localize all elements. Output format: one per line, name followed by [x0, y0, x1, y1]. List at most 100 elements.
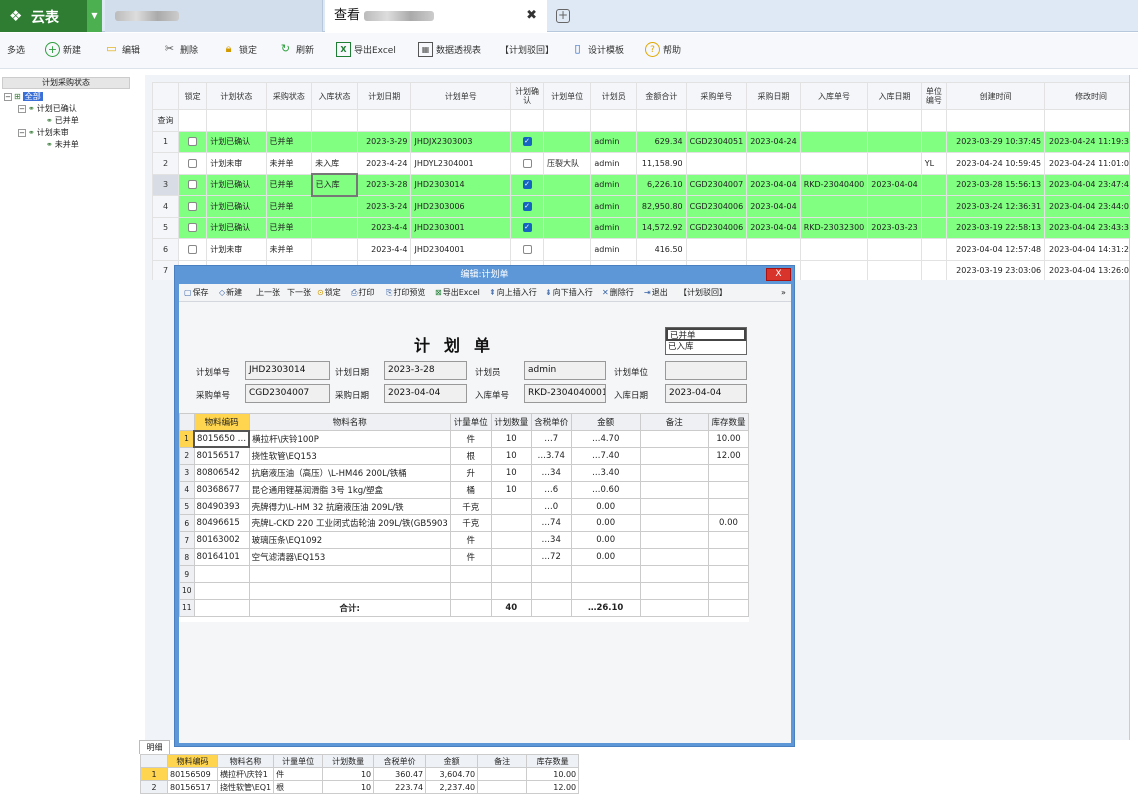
plan-detail-row[interactable]: 8 80164101 空气滤清器\EQ153 件 …72 0.00	[179, 548, 750, 567]
detail-cell-stock[interactable]: 10.00	[526, 767, 580, 781]
help-button[interactable]: ? 帮助	[645, 33, 681, 69]
cell-created[interactable]: 2023-04-24 10:59:45	[946, 152, 1046, 175]
cell-unit-no[interactable]	[920, 238, 948, 261]
table-row[interactable]: 1 计划已确认 已并单 2023-3-29 JHDJX2303003 ✓ admin 629.…	[152, 130, 1138, 153]
cell-in-status[interactable]	[311, 216, 358, 239]
plan-unit-field[interactable]	[665, 361, 747, 380]
plan-detail-cell-stock[interactable]	[707, 480, 750, 499]
plan-detail-column-header[interactable]: 库存数量	[707, 413, 750, 431]
pivot-button[interactable]: ▦ 数据透视表	[418, 33, 481, 69]
plan-detail-cell-unit[interactable]: 件	[449, 430, 492, 448]
dialog-plan-return-button[interactable]: 【计划驳回】	[679, 284, 727, 302]
plan-detail-cell-amount[interactable]: 0.00	[570, 548, 641, 567]
tree-node-unreviewed[interactable]: − ⚭ 计划未审	[18, 127, 69, 138]
delete-row-button[interactable]: ✕删除行	[602, 284, 634, 302]
export-excel-button[interactable]: X 导出Excel	[336, 33, 396, 69]
lock-checkbox-cell[interactable]	[178, 195, 208, 218]
lock-record-button[interactable]: ⊙锁定	[317, 284, 341, 302]
status-option-instock[interactable]: 已入库	[666, 341, 746, 354]
plan-detail-cell-price[interactable]: …34	[530, 531, 572, 550]
plan-detail-cell-name[interactable]: 挠性软管\EQ153	[248, 446, 451, 465]
plan-detail-cell-name[interactable]	[248, 565, 451, 584]
cell-in-date[interactable]: 2023-03-23	[867, 216, 922, 239]
cell-plan-date[interactable]: 2023-3-29	[356, 130, 412, 153]
tab-view[interactable]: 查看 ✖	[325, 0, 547, 32]
plan-detail-cell-unit[interactable]: 件	[449, 531, 492, 550]
save-button[interactable]: ▢保存	[184, 284, 209, 302]
column-header[interactable]: 入库单号	[799, 82, 869, 110]
column-header[interactable]: 计划状态	[206, 82, 267, 110]
detail-cell-code[interactable]: 80156517	[167, 780, 218, 794]
cell-modified[interactable]: 2023-04-04 23:47:42	[1044, 173, 1138, 196]
detail-cell-qty[interactable]: 10	[322, 780, 375, 794]
plan-detail-cell-code[interactable]	[193, 565, 250, 584]
plan-detail-cell-code[interactable]	[193, 582, 250, 600]
plan-detail-cell-qty[interactable]: 10	[490, 430, 532, 448]
cell-in-date[interactable]	[867, 152, 922, 175]
plan-detail-cell-name[interactable]: 抗磨液压油（高压）\L-HM46 200L/铁桶	[248, 463, 451, 482]
plan-detail-cell-unit[interactable]	[449, 565, 492, 584]
cell-in-no[interactable]: RKD-23032300	[799, 216, 869, 239]
plan-detail-cell-amount[interactable]: 0.00	[570, 514, 641, 533]
cell-unit-no[interactable]	[920, 195, 948, 218]
cell-plan-unit[interactable]	[542, 238, 592, 261]
column-header[interactable]: 采购状态	[265, 82, 313, 110]
plan-no-field[interactable]: JHD2303014	[245, 361, 330, 380]
cell-in-no[interactable]: RKD-23040400	[799, 173, 869, 196]
plan-detail-cell-code[interactable]: 80163002	[193, 531, 250, 550]
detail-cell-price[interactable]: 223.74	[373, 780, 427, 794]
cell-in-date[interactable]	[867, 238, 922, 261]
filter-cell[interactable]	[510, 109, 544, 132]
cell-total[interactable]: 11,158.90	[636, 152, 687, 175]
plan-return-button[interactable]: 【计划驳回】	[500, 33, 554, 69]
detail-cell-name[interactable]: 挠性软管\EQ1	[216, 780, 275, 794]
plan-detail-cell-amount[interactable]	[570, 582, 641, 600]
filter-cell[interactable]	[920, 109, 948, 132]
cell-po-no[interactable]	[685, 238, 748, 261]
detail-column-header[interactable]: 库存数量	[526, 754, 580, 768]
table-row[interactable]: 3 计划已确认 已并单 已入库 2023-3-28 JHD2303014 ✓ admin 6,2…	[152, 173, 1138, 197]
cell-plan-status[interactable]: 计划已确认	[206, 130, 267, 153]
lock-checkbox[interactable]	[188, 201, 198, 211]
column-header[interactable]: 单位编号	[920, 82, 948, 110]
filter-cell[interactable]	[311, 109, 358, 132]
plan-detail-cell-qty[interactable]	[490, 497, 532, 516]
tab-detail[interactable]: 明细	[139, 740, 170, 754]
cell-plan-status[interactable]: 计划未审	[206, 238, 267, 261]
cell-total[interactable]: 629.34	[636, 130, 687, 153]
confirm-checkbox-cell[interactable]	[510, 152, 544, 175]
cell-purchase-status[interactable]: 已并单	[265, 130, 313, 153]
cell-created[interactable]: 2023-03-28 15:56:13	[946, 173, 1046, 196]
tree-node-confirmed[interactable]: − ⚭ 计划已确认	[18, 103, 77, 114]
print-preview-button[interactable]: ⎘打印预览	[386, 284, 425, 302]
cell-po-date[interactable]: 2023-04-24	[746, 130, 801, 153]
cell-purchase-status[interactable]: 已并单	[265, 195, 313, 218]
po-no-field[interactable]: CGD2304007	[245, 384, 330, 403]
query-label[interactable]: 查询	[152, 109, 180, 132]
plan-detail-row[interactable]: 9	[179, 565, 750, 584]
filter-cell[interactable]	[356, 109, 412, 132]
cell-created[interactable]: 2023-03-29 10:37:45	[946, 130, 1046, 153]
plan-detail-row[interactable]: 5 80490393 壳牌得力\L-HM 32 抗磨液压油 209L/铁 千克 …0 0.…	[179, 497, 750, 516]
filter-cell[interactable]	[178, 109, 208, 132]
plan-detail-cell-unit[interactable]: 件	[449, 548, 492, 567]
plan-detail-cell-note[interactable]	[639, 548, 709, 567]
cell-created[interactable]: 2023-03-24 12:36:31	[946, 195, 1046, 218]
detail-column-header[interactable]: 备注	[477, 754, 528, 768]
cell-po-no[interactable]: CGD2304006	[685, 195, 748, 218]
plan-detail-cell-code[interactable]: 80496615	[193, 514, 250, 533]
cell-plan-no[interactable]: JHDJX2303003	[410, 130, 512, 153]
plan-detail-row[interactable]: 3 80806542 抗磨液压油（高压）\L-HM46 200L/铁桶升 10 …34……	[179, 463, 750, 482]
planner-field[interactable]: admin	[524, 361, 606, 380]
in-date-field[interactable]: 2023-04-04	[665, 384, 747, 403]
detail-column-header[interactable]: 计划数量	[322, 754, 375, 768]
column-header[interactable]: 计划员	[590, 82, 638, 110]
detail-row[interactable]: 1 80156509 横拉杆\庆铃1 件 10 360.47 3,604.70 10.00	[140, 767, 580, 781]
print-button[interactable]: ⎙打印	[351, 284, 374, 302]
cell-unit-no[interactable]	[920, 173, 948, 196]
tree-node-merged[interactable]: ⚭ 已并单	[46, 115, 79, 126]
column-header[interactable]: 锁定	[178, 82, 208, 110]
cell-plan-unit[interactable]	[542, 216, 592, 239]
edit-button[interactable]: ▭ 编辑	[104, 33, 140, 69]
cell-po-no[interactable]: CGD2304051	[685, 130, 748, 153]
